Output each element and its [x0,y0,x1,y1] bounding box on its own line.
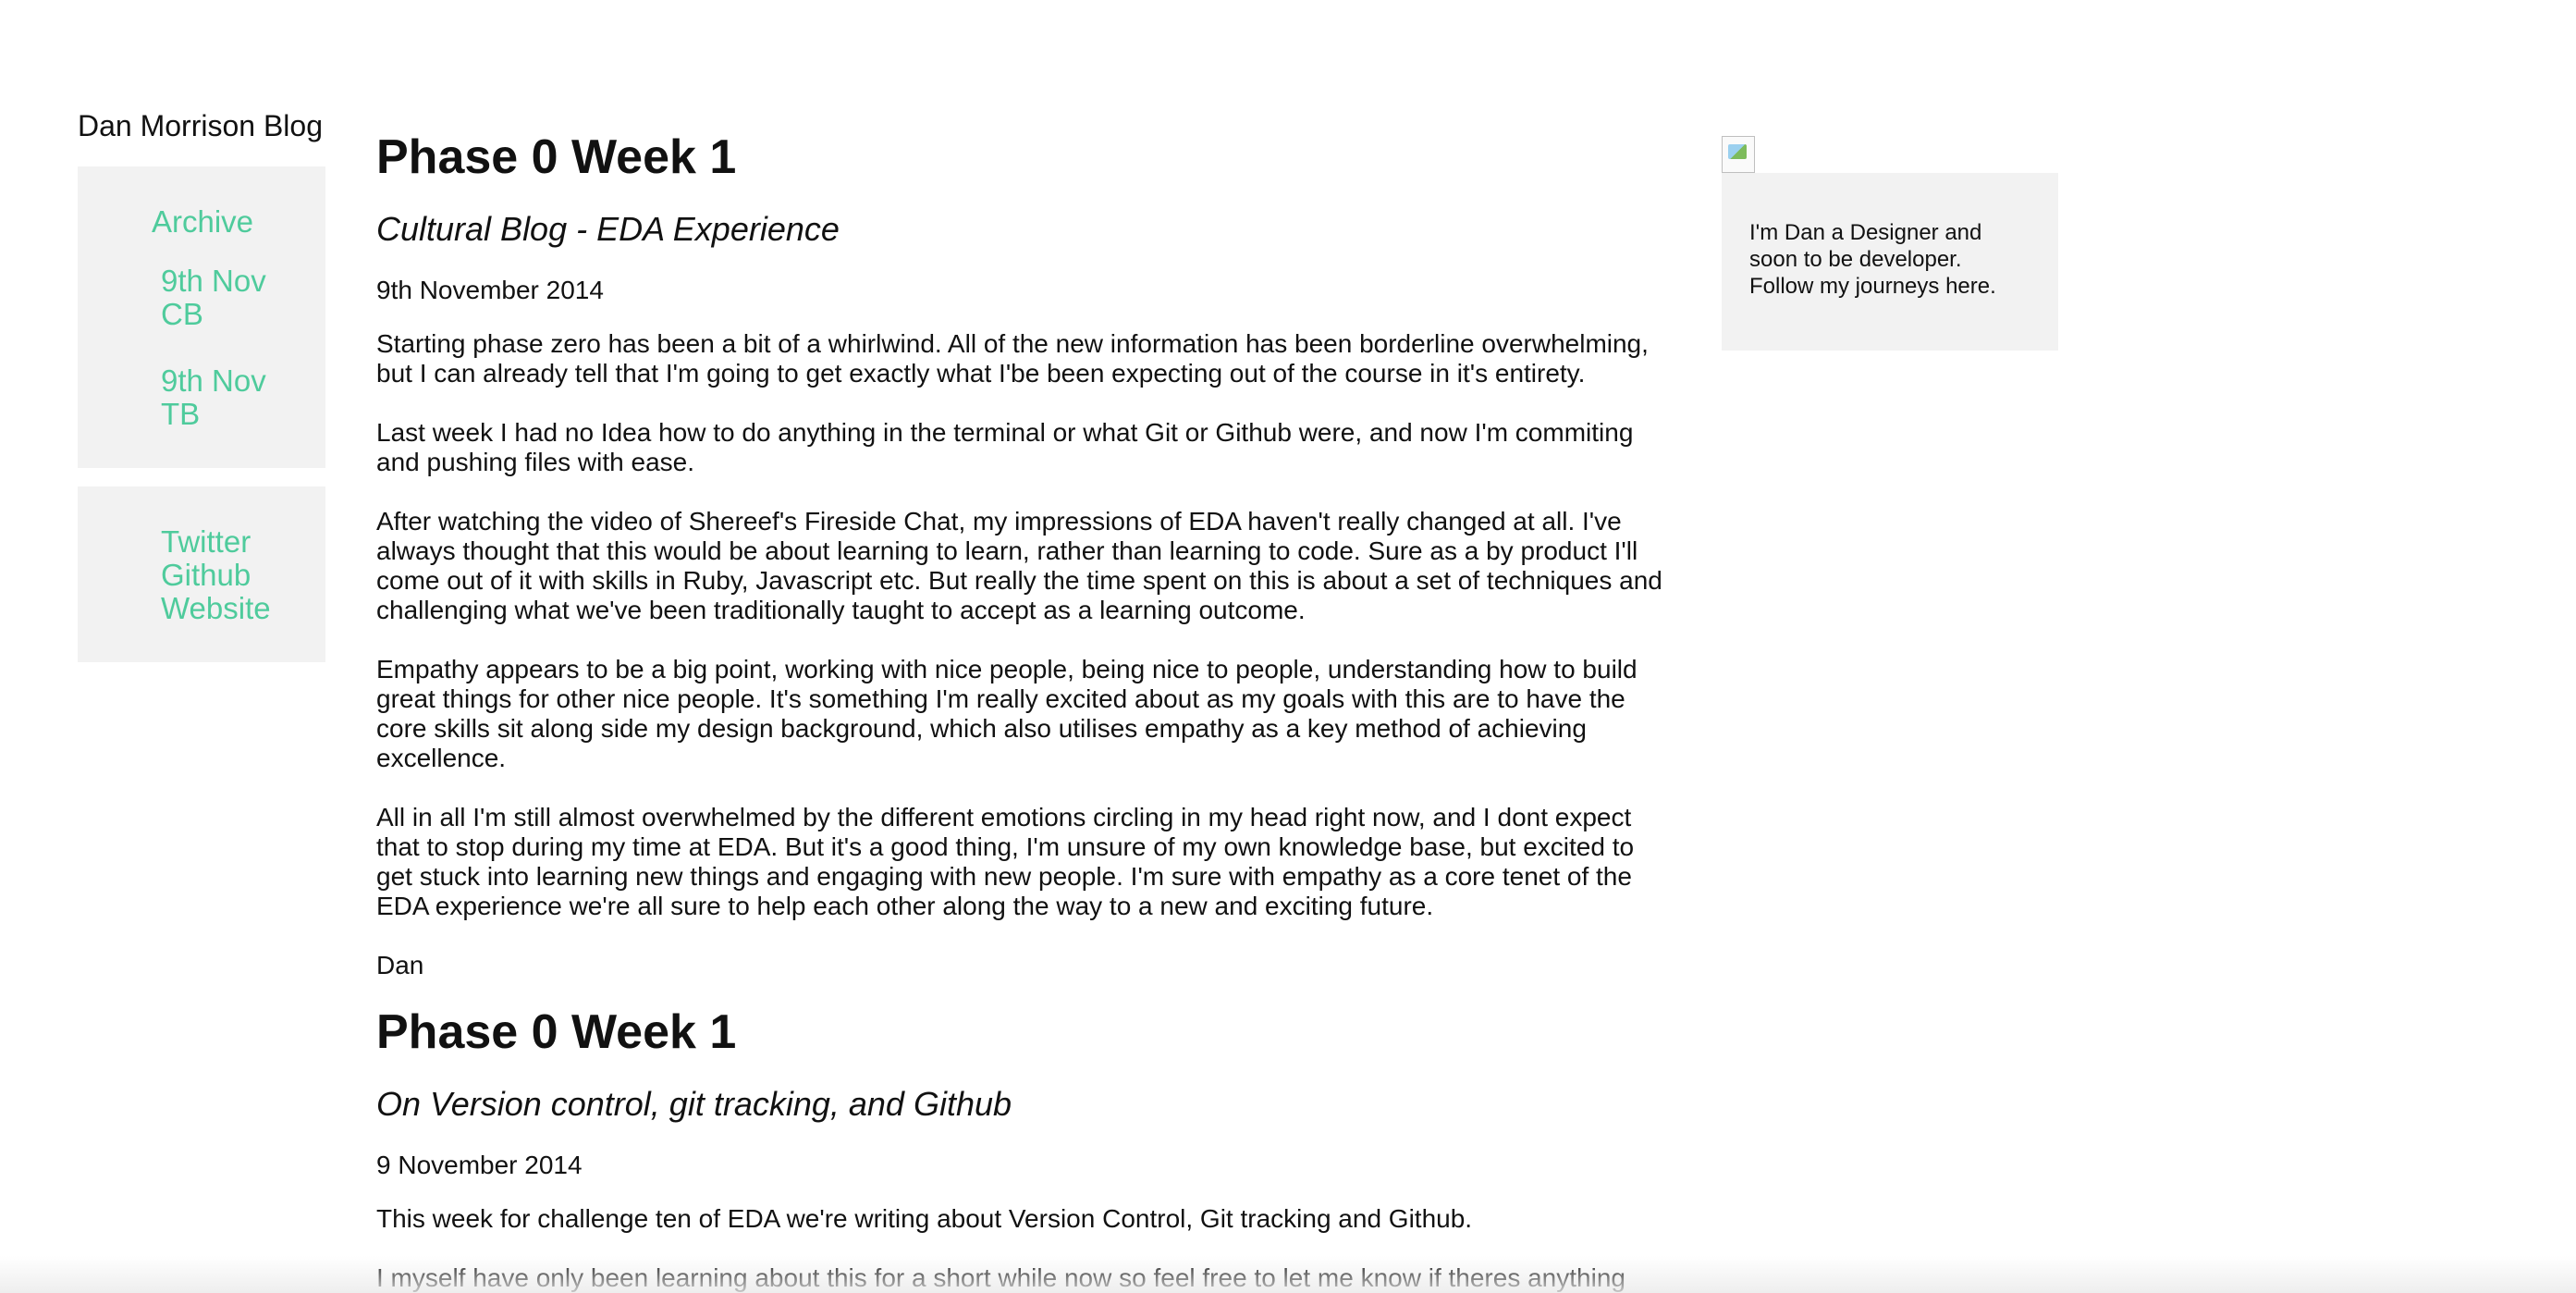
post-paragraph: This week for challenge ten of EDA we're… [376,1204,1473,1233]
post-date: 9th November 2014 [376,276,604,304]
post-subtitle: Cultural Blog - EDA Experience [376,210,840,248]
post-paragraph: Starting phase zero has been a bit of a … [376,329,1649,388]
site-title: Dan Morrison Blog [78,109,323,142]
github-link[interactable]: Github [161,559,325,592]
blog-post: Phase 0 Week 1 On Version control, git t… [376,999,1671,1293]
post-paragraph: Last week I had no Idea how to do anythi… [376,418,1634,476]
post-title: Phase 0 Week 1 [376,1005,737,1059]
post-paragraph: All in all I'm still almost overwhelmed … [376,803,1635,920]
post-title: Phase 0 Week 1 [376,130,737,184]
website-link[interactable]: Website [161,592,325,625]
post-date: 9 November 2014 [376,1151,583,1179]
right-sidebar: I'm Dan a Designer and soon to be develo… [1722,136,2058,351]
archive-link-cb[interactable]: 9th Nov CB [161,265,300,331]
page: Dan Morrison Blog Archive 9th Nov CB 9th… [0,0,2576,1293]
post-paragraph: Empathy appears to be a big point, worki… [376,655,1638,772]
archive-title-link[interactable]: Archive [152,203,325,240]
post-signature: Dan [376,951,424,979]
broken-image-icon [1722,136,1755,173]
post-paragraph: After watching the video of Shereef's Fi… [376,507,1662,624]
twitter-link[interactable]: Twitter [161,525,325,559]
bio-panel: I'm Dan a Designer and soon to be develo… [1722,173,2058,351]
social-links-panel: Twitter Github Website [78,486,325,662]
archive-link-tb[interactable]: 9th Nov TB [161,364,300,431]
blog-post: Phase 0 Week 1 Cultural Blog - EDA Exper… [376,124,1671,980]
post-subtitle: On Version control, git tracking, and Gi… [376,1085,1012,1123]
archive-panel: Archive 9th Nov CB 9th Nov TB [78,166,325,468]
main-content: Phase 0 Week 1 Cultural Blog - EDA Exper… [376,124,1671,1293]
left-sidebar: Dan Morrison Blog Archive 9th Nov CB 9th… [78,104,325,662]
post-paragraph: I myself have only been learning about t… [376,1263,1625,1292]
